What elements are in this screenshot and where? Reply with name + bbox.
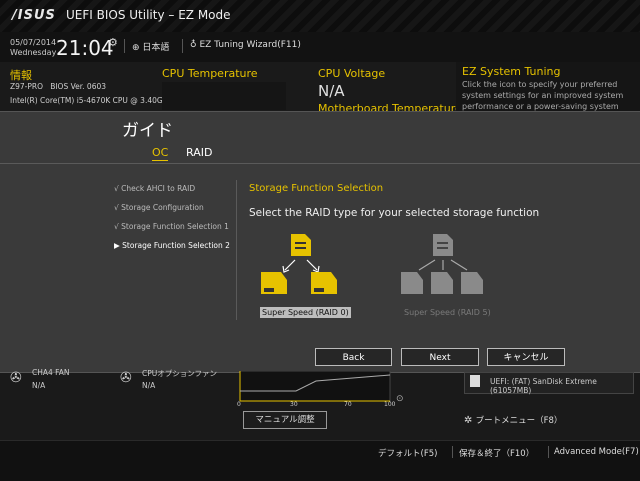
lightbulb-icon: ♁ [190,40,197,50]
document-icon [433,234,453,256]
cpu-opt-fan-value: N/A [142,381,156,390]
raid5-option-label: Super Speed (RAID 5) [404,308,491,317]
ez-tuning-wizard-button[interactable]: ♁ EZ Tuning Wizard(F11) [190,40,301,50]
footer-bar [0,440,640,481]
cancel-button[interactable]: キャンセル [487,348,565,366]
language-label: 日本語 [142,43,170,53]
graph-tick: 70 [344,401,352,408]
cpu-voltage-value: N/A [318,82,345,100]
boot-device-label: UEFI: (FAT) SanDisk Extreme (61057MB) [490,377,597,395]
cpu-info: Intel(R) Core(TM) i5-4670K CPU @ 3.40GHz [10,96,173,105]
app-title: UEFI BIOS Utility – EZ Mode [66,8,231,22]
graph-tick: 30 [290,401,298,408]
graph-tick: 100 [384,401,396,408]
graph-tick: 0 [237,401,241,408]
divider [236,180,237,320]
next-button[interactable]: Next [401,348,479,366]
drive-icon [461,272,483,294]
gear-icon[interactable]: ⚙ [108,36,118,49]
divider [124,39,125,53]
back-button[interactable]: Back [315,348,392,366]
star-icon: ✲ [464,415,473,426]
asus-logo: /ISUS [12,8,56,23]
tab-raid[interactable]: RAID [186,146,212,159]
cha4-fan-label: CHA4 FAN [32,368,70,377]
step-item: √ Storage Function Selection 1 [114,222,229,231]
boot-menu-button[interactable]: ✲ ブートメニュー（F8） [464,414,562,426]
info-title: 情報 [10,69,32,82]
language-selector[interactable]: ⊕ 日本語 [132,40,169,53]
fan-icon: ✇ [120,370,132,386]
default-button[interactable]: デフォルト(F5) [378,447,437,459]
step-item-active: ▶ Storage Function Selection 2 [114,241,230,250]
cpu-voltage-title: CPU Voltage [318,67,386,80]
save-exit-button[interactable]: 保存＆終了（F10） [459,447,534,459]
raid0-option-label[interactable]: Super Speed (RAID 0) [260,307,351,318]
temperature-icon: ⊙ [396,394,404,404]
divider [0,163,640,164]
step-item: √ Storage Configuration [114,203,204,212]
boot-menu-label: ブートメニュー（F8） [475,416,563,426]
section-title: Storage Function Selection [249,183,384,194]
raid5-option-icon [401,234,483,294]
divider [452,446,453,458]
divider [182,39,183,53]
drive-icon [261,272,287,294]
globe-icon: ⊕ [132,43,140,53]
section-subtitle: Select the RAID type for your selected s… [249,207,540,219]
drive-icon [401,272,423,294]
clock: 21:04 [56,36,114,60]
drive-icon [311,272,337,294]
drive-icon [431,272,453,294]
board-model: Z97-PRO BIOS Ver. 0603 [10,82,107,91]
cpu-temp-panel [162,82,286,110]
raid0-option-icon[interactable] [255,228,345,304]
date-text: 05/07/2014 [10,38,57,47]
fan-curve-graph[interactable] [236,371,396,411]
tab-oc[interactable]: OC [152,146,169,161]
guide-title: ガイド [122,121,173,141]
document-icon [291,234,311,256]
cpu-temp-title: CPU Temperature [162,67,258,80]
drive-icon [470,375,480,387]
ez-tuning-label: EZ Tuning Wizard(F11) [199,40,301,50]
manual-adjust-button[interactable]: マニュアル調整 [243,411,327,429]
fan-icon: ✇ [10,370,22,386]
day-text: Wednesday [10,48,57,57]
cha4-fan-value: N/A [32,381,46,390]
step-item: √ Check AHCI to RAID [114,184,196,193]
cpu-opt-fan-label: CPUオプションファン [142,369,218,378]
divider [548,446,549,458]
advanced-mode-button[interactable]: Advanced Mode(F7) [554,447,639,457]
ez-tuning-title: EZ System Tuning [462,65,561,78]
